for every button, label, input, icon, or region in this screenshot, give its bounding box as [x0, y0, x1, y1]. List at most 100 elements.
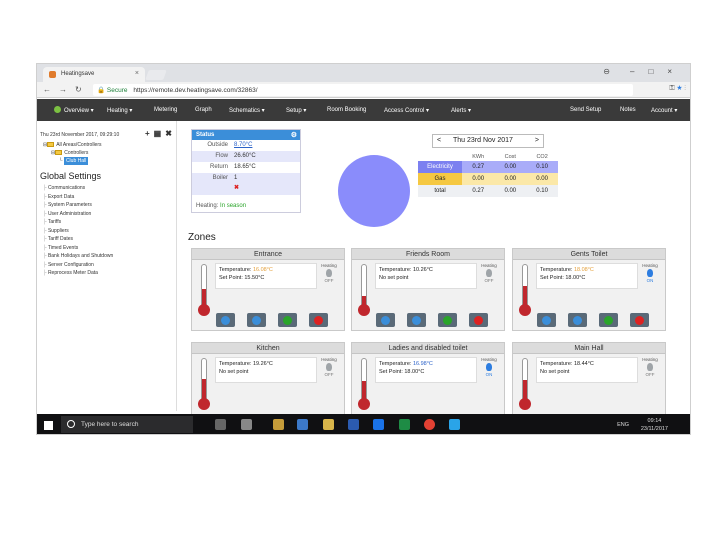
back-icon[interactable]: ← — [43, 85, 51, 94]
heating-status: Heating: In season — [196, 203, 247, 209]
folder-icon — [55, 150, 63, 156]
zone-title: Ladies and disabled toilet — [352, 343, 504, 354]
zone-heating-state: OFF — [484, 278, 494, 283]
settings-button[interactable] — [537, 313, 556, 327]
menu-icon[interactable]: ⋮ — [684, 85, 686, 92]
nav-setup[interactable]: Setup ▾ — [286, 107, 306, 114]
thermometer-icon — [518, 264, 532, 318]
thermometer-icon — [197, 358, 211, 412]
url-text: https://remote.dev.heatingsave.com/32863… — [133, 87, 258, 94]
nav-graph[interactable]: Graph — [195, 107, 212, 113]
gs-item[interactable]: Tariffs — [43, 218, 113, 227]
tree-leaf[interactable]: └ Club Hall — [43, 157, 102, 165]
status-row-flow: Flow 26.60°C — [192, 151, 300, 162]
zone-title: Main Hall — [513, 343, 665, 354]
profile-icon[interactable]: ⊖ — [603, 67, 610, 76]
boost-up-button[interactable] — [599, 313, 618, 327]
gs-item[interactable]: Tariff Dates — [43, 235, 113, 244]
mic-icon[interactable] — [215, 419, 226, 430]
nav-send-setup[interactable]: Send Setup — [570, 107, 601, 113]
url-input[interactable]: 🔒 Secure https://remote.dev.heatingsave.… — [93, 84, 633, 96]
zone-setpoint: Set Point: 18.00°C — [379, 369, 425, 375]
next-day-button[interactable]: > — [535, 137, 539, 144]
boost-down-button[interactable] — [630, 313, 649, 327]
nav-schematics[interactable]: Schematics ▾ — [229, 107, 265, 114]
gear-icon[interactable]: ⚙ — [291, 131, 297, 139]
schedule-button[interactable] — [407, 313, 426, 327]
excel-icon[interactable] — [399, 419, 410, 430]
key-icon[interactable]: ⚿ — [669, 85, 674, 92]
screenshot-frame: Heatingsave × ⊖ –□× ← → ↻ 🔒 Secure https… — [36, 63, 691, 435]
gs-item[interactable]: User Administration — [43, 210, 113, 219]
close-tab-icon[interactable]: × — [135, 70, 139, 77]
taskbar-search[interactable]: Type here to search — [61, 416, 193, 433]
zone-title: Kitchen — [192, 343, 344, 354]
boost-up-button[interactable] — [278, 313, 297, 327]
app-nav-bar: Overview ▾ Heating ▾ Metering Graph Sche… — [37, 99, 690, 121]
file-explorer-icon[interactable] — [273, 419, 284, 430]
nav-metering[interactable]: Metering — [154, 107, 177, 113]
zone-setpoint: No set point — [219, 369, 249, 375]
gs-item[interactable]: Communications — [43, 184, 113, 193]
gs-item[interactable]: Timed Events — [43, 244, 113, 253]
files-icon[interactable] — [323, 419, 334, 430]
skype-icon[interactable] — [449, 419, 460, 430]
zone-info: Temperature: 18.08°C Set Point: 18.00°C — [536, 263, 638, 289]
taskbar-clock[interactable]: 09:14 23/11/2017 — [641, 417, 668, 433]
nav-account[interactable]: Account ▾ — [651, 107, 677, 114]
browser-tab[interactable]: Heatingsave × — [43, 67, 145, 82]
zone-card: Kitchen Temperature: 19.26°C No set point H… — [191, 342, 345, 425]
outside-temp-link[interactable]: 8.70°C — [234, 142, 252, 148]
schedule-button[interactable] — [568, 313, 587, 327]
prev-day-button[interactable]: < — [437, 137, 441, 144]
nav-heating[interactable]: Heating ▾ — [107, 107, 132, 114]
boost-down-button[interactable] — [469, 313, 488, 327]
delete-icon[interactable]: ✖ — [165, 129, 176, 138]
boost-up-button[interactable] — [438, 313, 457, 327]
word-icon[interactable] — [348, 419, 359, 430]
reload-icon[interactable]: ↻ — [75, 85, 82, 94]
chrome-icon[interactable] — [424, 419, 435, 430]
flame-icon — [326, 363, 332, 371]
new-tab-button[interactable] — [145, 70, 167, 80]
window-controls[interactable]: –□× — [630, 67, 686, 76]
flame-icon — [647, 269, 653, 277]
zone-temperature: 16.08°C — [252, 267, 273, 273]
bookmark-star-icon[interactable]: ★ — [677, 85, 683, 92]
schedule-button[interactable] — [247, 313, 266, 327]
overview-icon — [54, 106, 61, 113]
nav-room-booking[interactable]: Room Booking — [327, 107, 366, 113]
nav-access-control[interactable]: Access Control ▾ — [384, 107, 429, 114]
gs-item[interactable]: System Parameters — [43, 201, 113, 210]
settings-button[interactable] — [216, 313, 235, 327]
nav-notes[interactable]: Notes — [620, 107, 636, 113]
add-icon[interactable]: + — [145, 129, 154, 138]
gs-item[interactable]: Export Data — [43, 193, 113, 202]
flame-icon — [486, 363, 492, 371]
flame-icon — [486, 269, 492, 277]
nav-overview[interactable]: Overview ▾ — [64, 107, 94, 114]
forward-icon[interactable]: → — [59, 85, 67, 94]
gs-item[interactable]: Server Configuration — [43, 261, 113, 270]
boost-down-button[interactable] — [309, 313, 328, 327]
gs-item[interactable]: Bank Holidays and Shutdown — [43, 252, 113, 261]
status-row-boiler: Boiler 1 ✖ — [192, 173, 300, 195]
language-indicator[interactable]: ENG — [617, 422, 629, 428]
store-icon[interactable] — [297, 419, 308, 430]
nav-alerts[interactable]: Alerts ▾ — [451, 107, 471, 114]
zone-heating-state: ON — [485, 372, 493, 377]
settings-button[interactable] — [376, 313, 395, 327]
tree-root[interactable]: ⊟ All Areas/Controllers — [43, 141, 102, 149]
windows-start-icon[interactable] — [44, 421, 53, 430]
zones-title: Zones — [188, 232, 216, 243]
energy-header-row: KWh Cost CO2 — [472, 153, 548, 160]
edge-icon[interactable] — [373, 419, 384, 430]
grid-icon[interactable]: ▦ — [154, 129, 166, 138]
favicon-icon — [49, 71, 56, 78]
gs-item[interactable]: Reprocess Meter Data — [43, 269, 113, 278]
gs-item[interactable]: Suppliers — [43, 227, 113, 236]
controller-tree: ⊟ All Areas/Controllers ⊟ Controllers └ Cl… — [43, 141, 102, 165]
task-view-icon[interactable] — [241, 419, 252, 430]
zone-heating-state: OFF — [645, 372, 655, 377]
tree-group[interactable]: ⊟ Controllers — [43, 149, 102, 157]
